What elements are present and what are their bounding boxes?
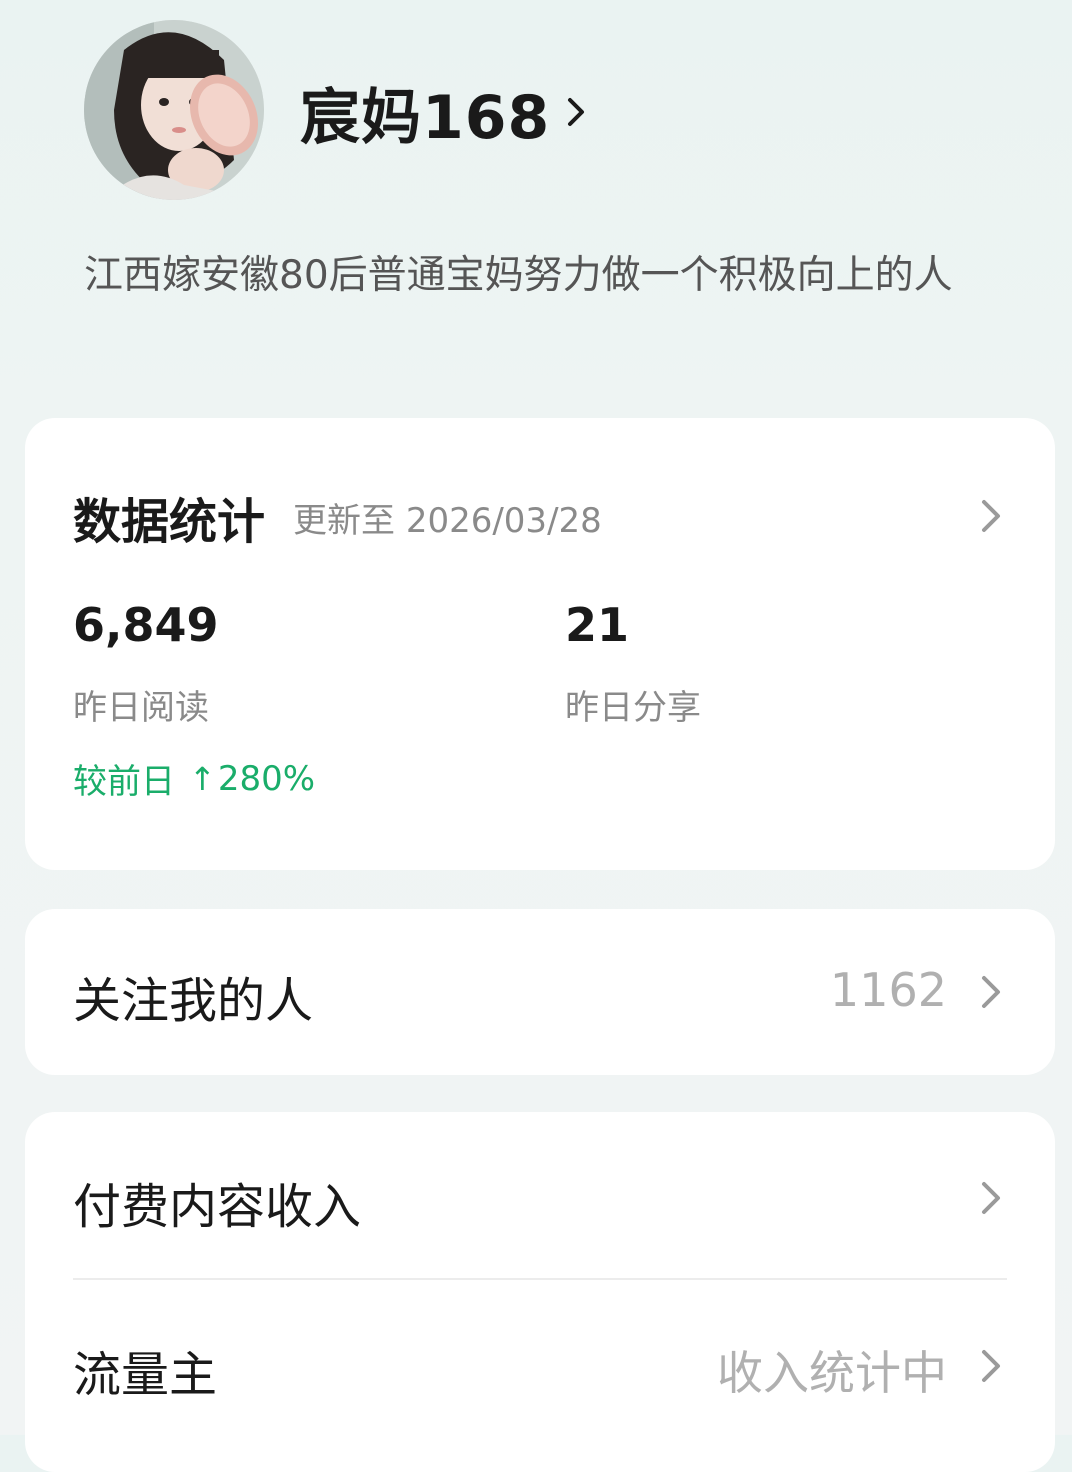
chevron-right-icon (982, 500, 1000, 532)
compare-label: 较前日 (73, 762, 175, 802)
reads-label: 昨日阅读 (73, 688, 209, 728)
chevron-right-icon[interactable] (979, 1346, 1003, 1386)
stats-header[interactable]: 数据统计 更新至 2026/03/28 (73, 482, 1007, 552)
arrow-up-icon: ↑ (189, 759, 216, 798)
income-card: 付费内容收入 流量主 收入统计中 (25, 1112, 1055, 1472)
stats-title: 数据统计 (73, 494, 266, 550)
profile-bio: 江西嫁安徽80后普通宝妈努力做一个积极向上的人 (84, 253, 953, 298)
chevron-right-icon (568, 98, 585, 126)
profile-name-link[interactable]: 宸妈168 (300, 72, 590, 153)
compare-value: 280% (217, 758, 316, 799)
shares-value: 21 (565, 598, 630, 652)
followers-row[interactable]: 关注我的人 1162 (25, 909, 1055, 1075)
followers-label: 关注我的人 (73, 973, 314, 1029)
reads-compare: 较前日 ↑ 280% (73, 754, 315, 803)
reads-value: 6,849 (73, 598, 219, 652)
divider (73, 1278, 1007, 1280)
stats-updated-date: 更新至 2026/03/28 (293, 500, 602, 541)
followers-count: 1162 (829, 963, 947, 1017)
traffic-owner-label[interactable]: 流量主 (73, 1335, 217, 1405)
avatar[interactable] (84, 20, 264, 200)
paid-content-income-label[interactable]: 付费内容收入 (73, 1167, 361, 1237)
profile-name: 宸妈168 (300, 82, 551, 153)
shares-label: 昨日分享 (565, 688, 701, 728)
traffic-income-status: 收入统计中 (717, 1346, 947, 1400)
chevron-right-icon (982, 976, 1000, 1008)
stats-card[interactable]: 数据统计 更新至 2026/03/28 6,849 昨日阅读 较前日 ↑ 280… (25, 418, 1055, 870)
chevron-right-icon[interactable] (979, 1178, 1003, 1218)
